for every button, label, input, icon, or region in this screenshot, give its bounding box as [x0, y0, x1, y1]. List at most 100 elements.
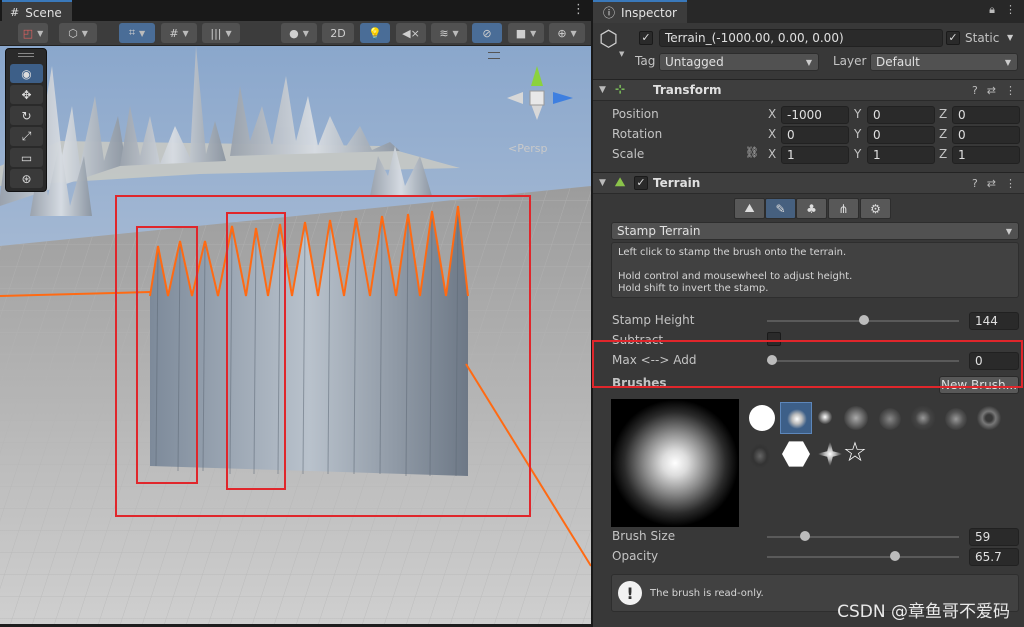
brush-size-slider[interactable]: [767, 536, 959, 538]
help-icon[interactable]: ?: [972, 84, 978, 97]
rotation-y-field[interactable]: 0: [867, 126, 935, 144]
draw-mode-icon: ◰: [22, 26, 34, 40]
brush-size-field[interactable]: 59: [969, 528, 1019, 546]
rotation-z-field[interactable]: 0: [952, 126, 1020, 144]
move-icon: ✥: [21, 87, 32, 102]
active-checkbox[interactable]: ✓: [639, 31, 653, 45]
grid-snap-icon: #: [169, 26, 179, 40]
create-neighbor-tool[interactable]: ⛰: [734, 198, 765, 219]
scene-menu-icon[interactable]: ⋮: [572, 3, 585, 17]
brush-hexagon[interactable]: [782, 441, 810, 467]
terrain-add-icon: ⛰: [744, 201, 755, 215]
tab-inspector[interactable]: ⓘ Inspector: [593, 0, 687, 23]
component-menu-icon[interactable]: ⋮: [1005, 84, 1016, 97]
toggle-2d-button[interactable]: 2D: [322, 23, 354, 43]
object-name-field[interactable]: Terrain_(-1000.00, 0.00, 0.00): [659, 29, 943, 47]
constrain-proportions-icon[interactable]: ⛓: [745, 146, 759, 159]
gizmos-button[interactable]: ⊕ ▼: [549, 23, 585, 43]
brush-noise-1[interactable]: [844, 406, 868, 430]
tag-dropdown[interactable]: Untagged ▼: [659, 53, 819, 71]
rotate-tool[interactable]: ↻: [10, 106, 43, 125]
transform-icon: ⊛: [21, 171, 32, 186]
terrain-enabled-checkbox[interactable]: ✓: [634, 176, 648, 190]
layer-dropdown[interactable]: Default ▼: [870, 53, 1018, 71]
rotate-icon: ↻: [21, 108, 32, 123]
position-label: Position: [612, 107, 659, 121]
icon-dropdown-arrow[interactable]: ▼: [619, 50, 624, 58]
preset-icon[interactable]: ⇄: [987, 177, 996, 190]
visibility-toggle-button[interactable]: ⊘: [472, 23, 502, 43]
paint-terrain-tool[interactable]: ✎: [765, 198, 796, 219]
stamp-height-knob[interactable]: [859, 315, 870, 325]
help-icon[interactable]: ?: [972, 177, 978, 190]
brush-circle-hard[interactable]: [749, 405, 775, 431]
gizmo-icon: ⊕: [557, 26, 567, 40]
effects-button[interactable]: ≋ ▼: [431, 23, 467, 43]
component-header-icons: ? ⇄ ⋮: [972, 84, 1016, 97]
static-dropdown-arrow[interactable]: ▼: [1007, 33, 1013, 42]
rotation-x-label: X: [768, 127, 777, 141]
shading-mode-button[interactable]: ● ▼: [281, 23, 317, 43]
rect-tool[interactable]: ▭: [10, 148, 43, 167]
transform-header[interactable]: ▼ ⊹ Transform ? ⇄ ⋮: [593, 79, 1024, 101]
scale-x-field[interactable]: 1: [781, 146, 849, 164]
lighting-toggle-button[interactable]: 💡: [360, 23, 390, 43]
stamp-height-label: Stamp Height: [612, 313, 695, 327]
scale-y-field[interactable]: 1: [867, 146, 935, 164]
transform-tool[interactable]: ⊛: [10, 169, 43, 188]
camera-button[interactable]: ■ ▼: [508, 23, 544, 43]
cube-icon: ⬡: [68, 26, 78, 40]
preset-icon[interactable]: ⇄: [987, 84, 996, 97]
tab-scene[interactable]: # Scene: [2, 0, 72, 21]
terrain-header[interactable]: ▼ ⛰ ✓ Terrain ? ⇄ ⋮: [593, 172, 1024, 194]
component-menu-icon[interactable]: ⋮: [1005, 177, 1016, 190]
opacity-slider[interactable]: [767, 556, 959, 558]
brush-noise-2[interactable]: [879, 408, 901, 430]
increment-snap-button[interactable]: ||| ▼: [202, 23, 240, 43]
brush-star-outline-icon[interactable]: ☆: [840, 438, 870, 468]
brush-small-soft[interactable]: [818, 410, 832, 424]
scale-tool[interactable]: ⤢: [10, 127, 43, 146]
render-mode-button[interactable]: ⬡ ▼: [59, 23, 97, 43]
global-local-button[interactable]: ⌗ ▼: [119, 23, 155, 43]
scale-icon: ⤢: [21, 129, 32, 143]
palette-handle[interactable]: [18, 53, 34, 57]
audio-toggle-button[interactable]: ◀×: [396, 23, 426, 43]
brush-grass[interactable]: [750, 444, 770, 468]
brush-grid: ☆: [746, 402, 1022, 472]
brush-ring[interactable]: [977, 406, 1001, 430]
scene-viewport[interactable]: [0, 46, 591, 624]
stamp-help-box: Left click to stamp the brush onto the t…: [611, 242, 1019, 298]
opacity-knob[interactable]: [889, 551, 900, 561]
paint-details-tool[interactable]: ⋔: [828, 198, 859, 219]
paint-trees-tool[interactable]: ♣: [796, 198, 827, 219]
brush-size-knob[interactable]: [799, 531, 810, 541]
position-z-field[interactable]: 0: [952, 106, 1020, 124]
terrain-settings-tool[interactable]: ⚙: [860, 198, 891, 219]
lock-icon[interactable]: 🔒︎: [989, 3, 995, 17]
inspector-panel: ⓘ Inspector 🔒︎ ⋮ ⬡ ▼ ✓ Terrain_(-1000.00…: [592, 0, 1024, 627]
opacity-field[interactable]: 65.7: [969, 548, 1019, 566]
grid-icon: #: [10, 6, 20, 19]
draw-mode-button[interactable]: ◰ ▼: [18, 23, 48, 43]
rotation-x-field[interactable]: 0: [781, 126, 849, 144]
brush-paint-icon: ✎: [775, 201, 786, 216]
pivot-icon: ⌗: [128, 26, 136, 39]
paint-mode-dropdown[interactable]: Stamp Terrain ▼: [611, 222, 1019, 240]
help-line-2: Hold control and mousewheel to adjust he…: [618, 271, 853, 282]
stamp-height-field[interactable]: 144: [969, 312, 1019, 330]
position-y-field[interactable]: 0: [867, 106, 935, 124]
brush-noise-4[interactable]: [945, 408, 967, 430]
persp-label[interactable]: <Persp: [508, 142, 547, 155]
grid-snap-button[interactable]: # ▼: [161, 23, 197, 43]
scale-z-field[interactable]: 1: [952, 146, 1020, 164]
overlay-menu-icon[interactable]: [488, 52, 500, 59]
brush-circle-soft-selected[interactable]: [780, 402, 812, 434]
move-tool[interactable]: ✥: [10, 85, 43, 104]
brush-noise-3[interactable]: [911, 406, 935, 430]
inspector-menu-icon[interactable]: ⋮: [1005, 3, 1016, 17]
position-x-field[interactable]: -1000: [781, 106, 849, 124]
foldout-arrow-icon: ▼: [599, 178, 606, 188]
view-tool[interactable]: ◉: [10, 64, 43, 83]
static-checkbox[interactable]: ✓: [946, 31, 960, 45]
